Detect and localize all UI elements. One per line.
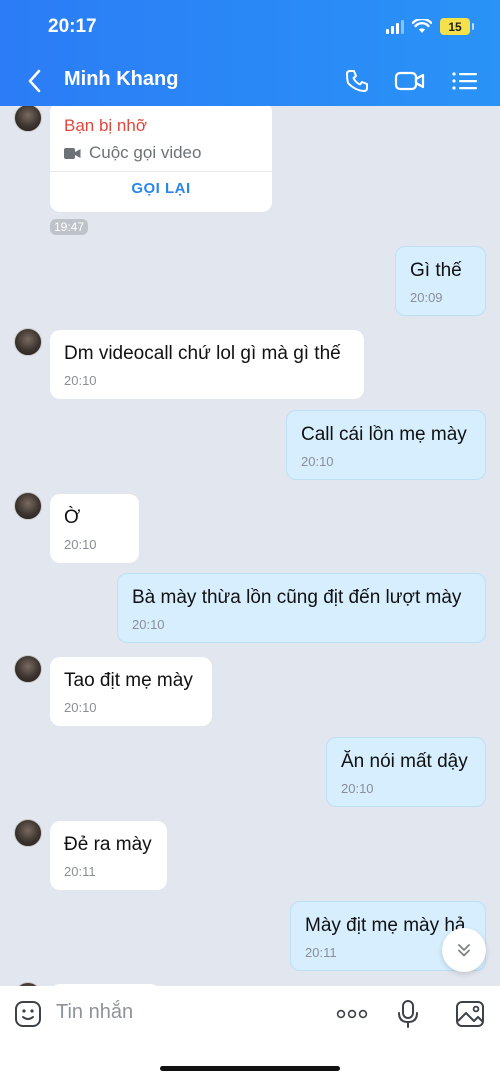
contact-avatar[interactable] bbox=[14, 655, 42, 683]
video-camera-icon bbox=[394, 71, 425, 91]
call-back-button[interactable]: GỌI LẠI bbox=[50, 180, 272, 197]
message-time: 20:10 bbox=[301, 454, 334, 469]
phone-call-button[interactable] bbox=[340, 64, 374, 98]
more-dots-icon bbox=[336, 1009, 368, 1019]
status-icons: 15 bbox=[386, 18, 474, 35]
missed-call-subtitle-row: Cuộc gọi video bbox=[64, 143, 201, 163]
signal-icon bbox=[386, 19, 404, 34]
message-time: 20:11 bbox=[64, 864, 96, 879]
contact-name[interactable]: Minh Khang bbox=[64, 68, 178, 91]
message-input[interactable]: Tin nhắn bbox=[56, 1001, 133, 1024]
video-camera-icon bbox=[64, 147, 81, 159]
message-time: 20:09 bbox=[410, 290, 443, 305]
missed-call-card: Bạn bị nhỡ Cuộc gọi video GỌI LẠI bbox=[50, 106, 272, 212]
message-text: Ăn nói mất dậy bbox=[341, 751, 468, 772]
home-indicator bbox=[160, 1066, 340, 1071]
phone-icon bbox=[346, 70, 368, 92]
battery-indicator: 15 bbox=[440, 18, 474, 35]
message-time: 20:10 bbox=[64, 373, 97, 388]
message-text: Đẻ ra mày bbox=[64, 834, 152, 855]
message-text: Dm videocall chứ lol gì mà gì thế bbox=[64, 343, 341, 364]
video-call-button[interactable] bbox=[393, 64, 427, 98]
message-text: Ờ bbox=[64, 507, 81, 528]
message-bubble-incoming[interactable]: Dm videocall chứ lol gì mà gì thế 20:10 bbox=[50, 330, 364, 399]
missed-call-subtitle: Cuộc gọi video bbox=[89, 143, 202, 162]
message-text: Mày địt mẹ mày hả bbox=[305, 915, 466, 936]
image-icon bbox=[456, 1001, 484, 1027]
message-input-bar: Tin nhắn bbox=[0, 986, 500, 1082]
message-bubble-incoming[interactable]: Đẻ ra mày 20:11 bbox=[50, 821, 167, 890]
contact-avatar[interactable] bbox=[14, 328, 42, 356]
status-time: 20:17 bbox=[48, 16, 97, 37]
message-text: Gì thế bbox=[410, 260, 462, 281]
chat-area[interactable]: Bạn bị nhỡ Cuộc gọi video GỌI LẠI 19:47 … bbox=[0, 106, 500, 986]
list-menu-icon bbox=[452, 72, 477, 90]
missed-call-title: Bạn bị nhỡ bbox=[64, 116, 147, 135]
message-bubble-incoming[interactable]: Tao địt mẹ mày 20:10 bbox=[50, 657, 212, 726]
voice-message-button[interactable] bbox=[392, 998, 424, 1030]
microphone-icon bbox=[398, 1000, 418, 1028]
emoji-button[interactable] bbox=[12, 998, 44, 1030]
message-time: 20:10 bbox=[132, 617, 165, 632]
message-text: Bà mày thừa lồn cũng địt đến lượt mày bbox=[132, 587, 462, 608]
timestamp-chip: 19:47 bbox=[50, 219, 89, 235]
message-bubble-outgoing[interactable]: Bà mày thừa lồn cũng địt đến lượt mày 20… bbox=[117, 573, 486, 643]
message-time: 20:10 bbox=[64, 700, 97, 715]
divider bbox=[50, 171, 272, 172]
sticker-smile-icon bbox=[15, 1001, 41, 1027]
message-bubble-outgoing[interactable]: Ăn nói mất dậy 20:10 bbox=[326, 737, 486, 807]
message-bubble-outgoing[interactable]: Gì thế 20:09 bbox=[395, 246, 486, 316]
message-text: Tao địt mẹ mày bbox=[64, 670, 193, 691]
scroll-to-bottom-button[interactable] bbox=[442, 928, 486, 972]
chat-header: 20:17 15 Minh Khang bbox=[0, 0, 500, 106]
contact-avatar[interactable] bbox=[14, 106, 42, 132]
wifi-icon bbox=[412, 19, 432, 33]
contact-avatar[interactable] bbox=[14, 819, 42, 847]
menu-button[interactable] bbox=[448, 64, 482, 98]
more-options-button[interactable] bbox=[336, 998, 368, 1030]
message-time: 20:10 bbox=[341, 781, 374, 796]
message-bubble-incoming[interactable]: Ờ 20:10 bbox=[50, 494, 139, 563]
message-time: 20:10 bbox=[64, 537, 97, 552]
contact-avatar[interactable] bbox=[14, 492, 42, 520]
message-bubble-outgoing[interactable]: Call cái lồn mẹ mày 20:10 bbox=[286, 410, 486, 480]
double-chevron-down-icon bbox=[458, 944, 470, 957]
back-arrow-icon[interactable] bbox=[22, 64, 48, 98]
image-picker-button[interactable] bbox=[454, 998, 486, 1030]
message-text: Call cái lồn mẹ mày bbox=[301, 424, 467, 445]
